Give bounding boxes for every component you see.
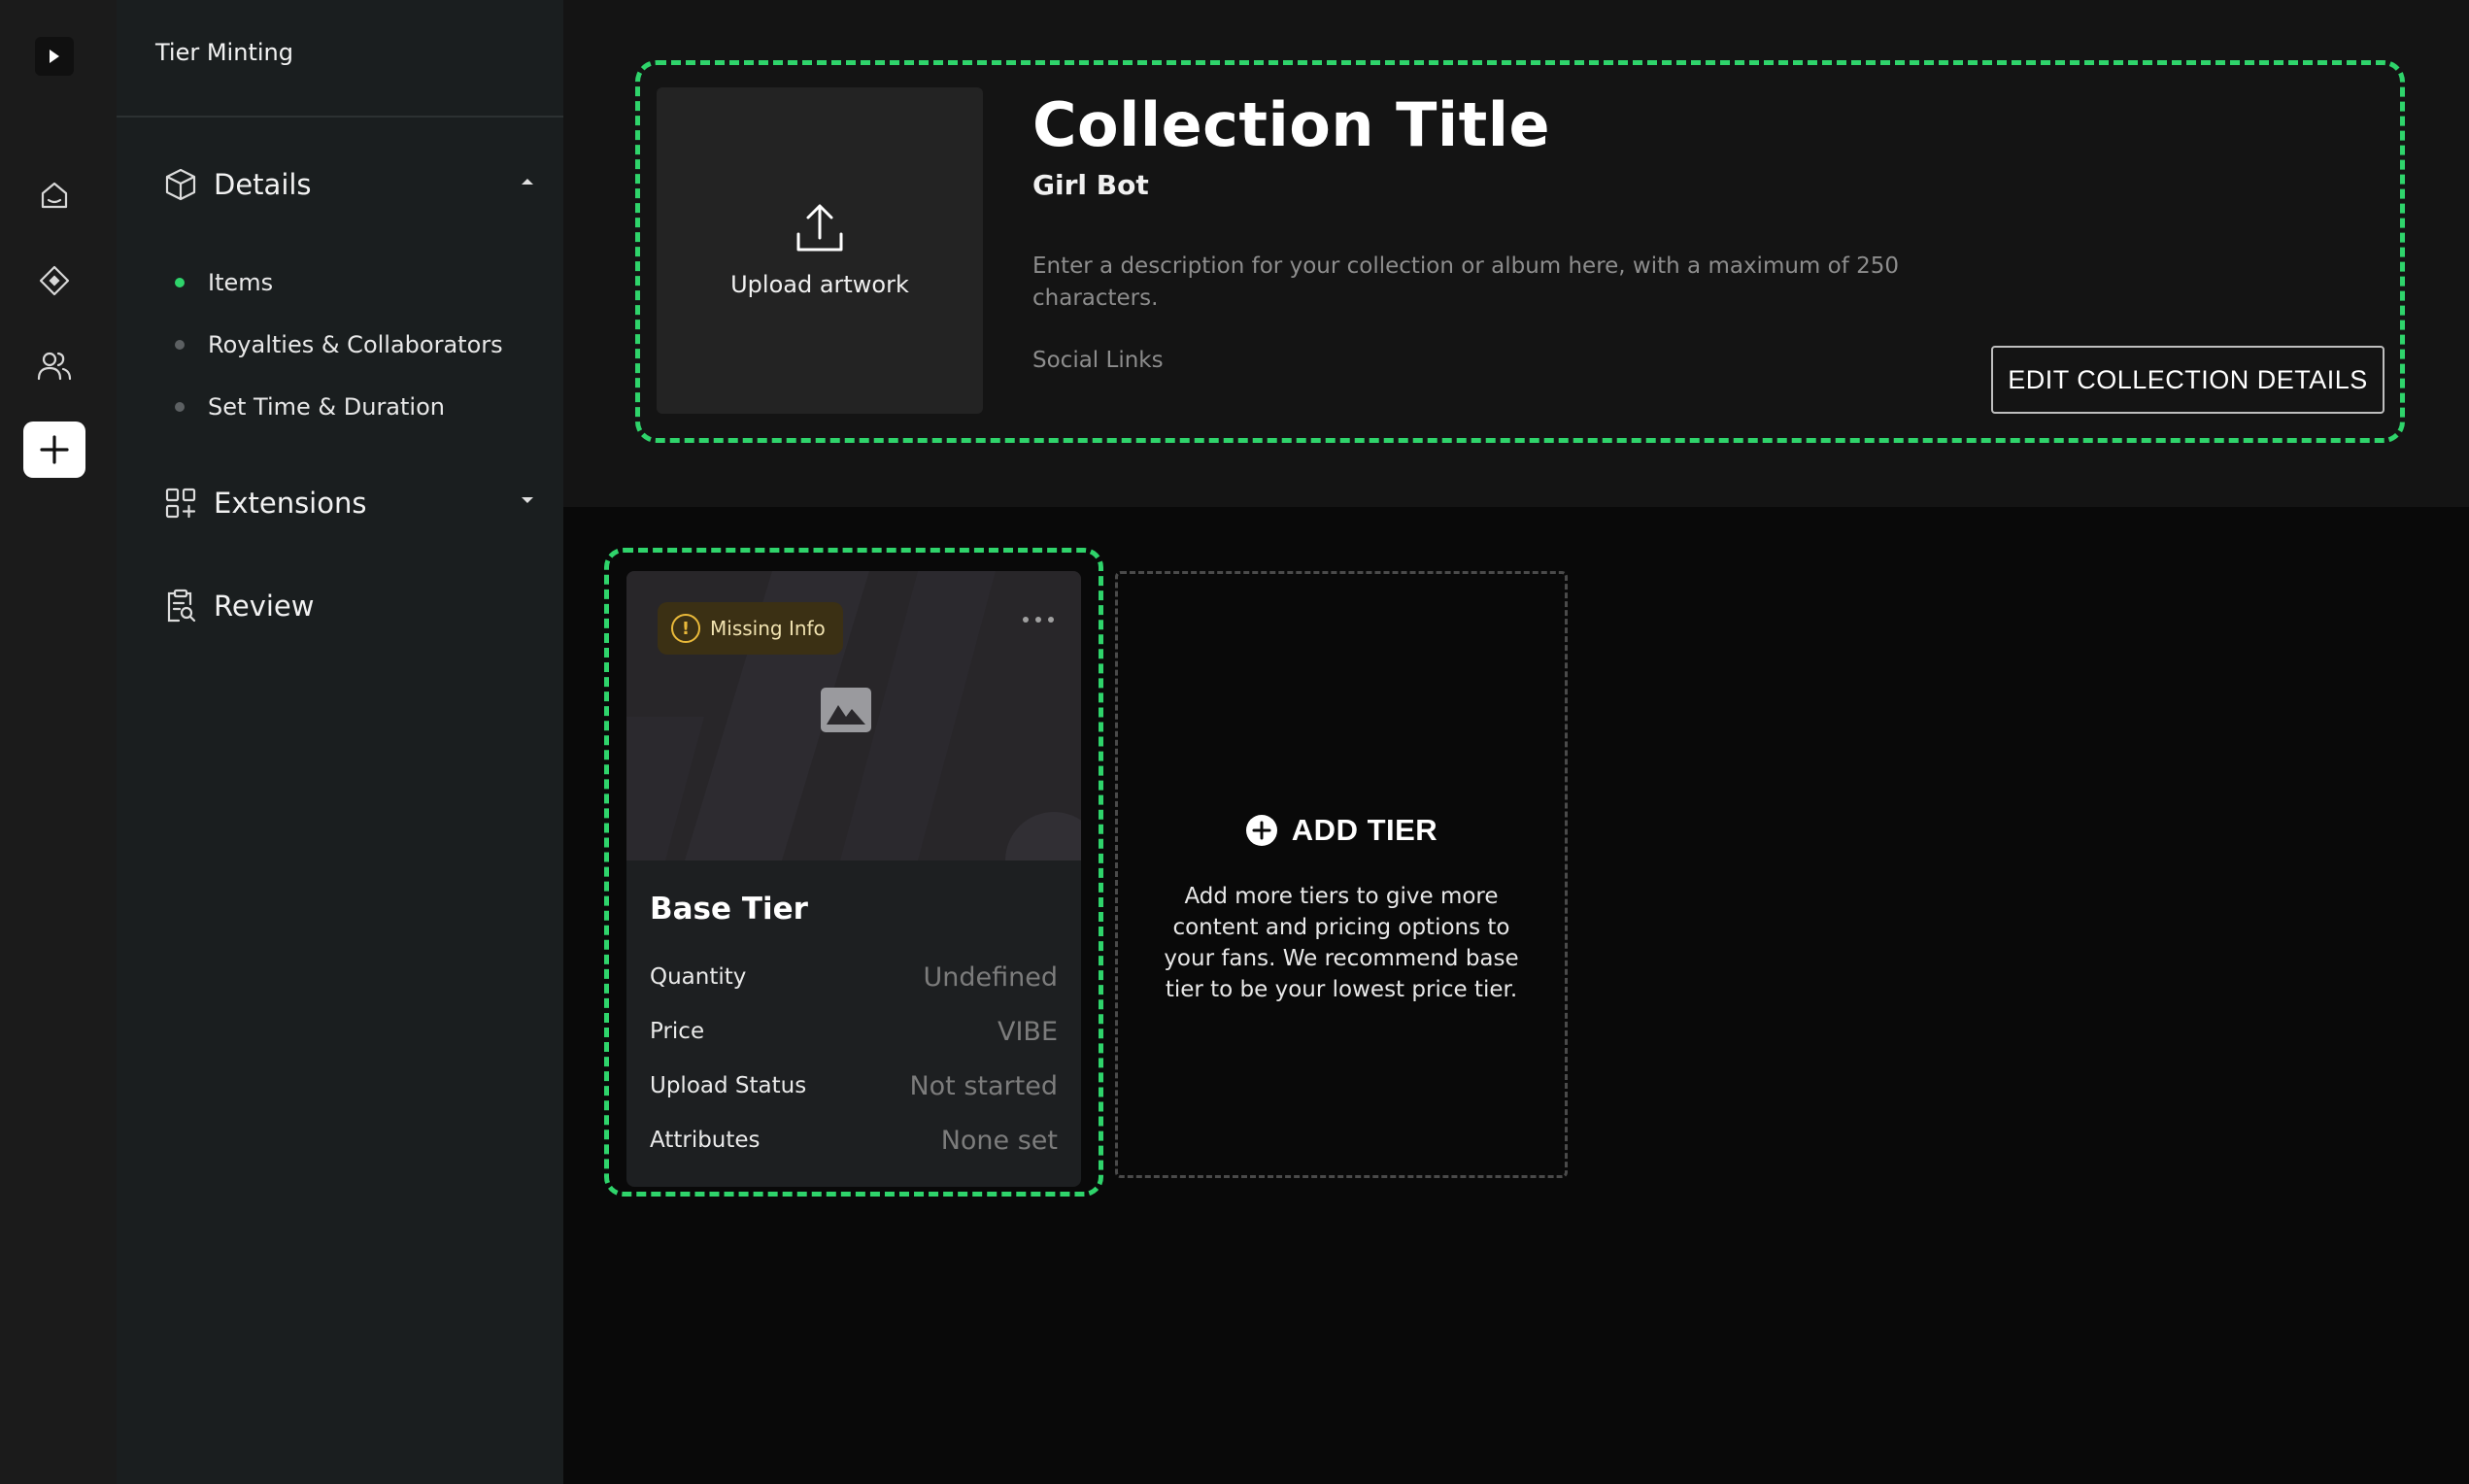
dot xyxy=(1023,617,1029,623)
add-tier-header: ADD TIER xyxy=(1118,813,1565,848)
users-icon xyxy=(37,352,72,381)
nav-community-button[interactable] xyxy=(23,338,85,394)
inactive-dot xyxy=(175,402,185,412)
nav-home-button[interactable] xyxy=(23,167,85,223)
tier-row-label: Upload Status xyxy=(650,1073,807,1098)
cube-icon xyxy=(165,168,196,201)
tier-row-label: Quantity xyxy=(650,964,747,990)
tier-more-options-button[interactable] xyxy=(1019,608,1058,631)
collection-title[interactable]: Collection Title xyxy=(1032,89,1550,160)
sidebar-item-time-duration[interactable]: Set Time & Duration xyxy=(175,390,445,423)
tier-row-quantity: Quantity Undefined xyxy=(650,958,1058,996)
upload-artwork-label: Upload artwork xyxy=(730,271,909,298)
social-links[interactable]: Social Links xyxy=(1032,348,1164,373)
dot xyxy=(1048,617,1054,623)
collection-artist: Girl Bot xyxy=(1032,169,1149,201)
sidebar-section-extensions[interactable]: Extensions xyxy=(165,482,534,524)
tier-row-value: VIBE xyxy=(997,1016,1058,1047)
tier-row-upload-status: Upload Status Not started xyxy=(650,1066,1058,1105)
chevron-down-icon xyxy=(522,497,533,503)
inactive-dot xyxy=(175,340,185,350)
tier-name: Base Tier xyxy=(650,892,808,927)
add-tier-button[interactable]: ADD TIER Add more tiers to give more con… xyxy=(1115,571,1568,1178)
tier-row-value: Not started xyxy=(909,1070,1058,1101)
add-tier-description: Add more tiers to give more content and … xyxy=(1164,884,1519,1002)
sidebar-item-royalties[interactable]: Royalties & Collaborators xyxy=(175,328,503,361)
tier-row-label: Price xyxy=(650,1019,705,1044)
upload-icon xyxy=(796,204,843,252)
chevron-up-icon xyxy=(522,179,533,185)
tier-row-attributes: Attributes None set xyxy=(650,1121,1058,1160)
diamond-icon xyxy=(39,265,70,296)
sidebar-section-label: Extensions xyxy=(214,487,367,520)
minting-sidebar: Tier Minting Details Items Royalties & C… xyxy=(117,0,563,1484)
sidebar-item-label: Royalties & Collaborators xyxy=(208,331,503,358)
nav-explore-button[interactable] xyxy=(23,253,85,309)
sidebar-item-items[interactable]: Items xyxy=(175,266,273,299)
sidebar-item-label: Items xyxy=(208,269,274,296)
add-tier-title: ADD TIER xyxy=(1291,813,1438,847)
tier-row-price: Price VIBE xyxy=(650,1012,1058,1051)
tier-artwork-placeholder: ! Missing Info xyxy=(626,571,1081,860)
sidebar-section-review[interactable]: Review xyxy=(165,585,534,627)
base-tier-card[interactable]: ! Missing Info Base Tier Quantity Undefi… xyxy=(626,571,1081,1187)
home-icon xyxy=(41,182,68,209)
dot xyxy=(1035,617,1041,623)
icon-rail xyxy=(0,0,117,1484)
edit-collection-details-button[interactable]: EDIT COLLECTION DETAILS xyxy=(1991,346,2384,414)
sidebar-title: Tier Minting xyxy=(117,0,563,118)
sidebar-section-details[interactable]: Details xyxy=(165,163,534,206)
sidebar-item-label: Set Time & Duration xyxy=(208,393,445,421)
clipboard-search-icon xyxy=(167,589,196,623)
tier-row-label: Attributes xyxy=(650,1128,761,1153)
tier-row-value: Undefined xyxy=(923,961,1059,993)
sidebar-section-label: Review xyxy=(214,590,315,623)
badge-label: Missing Info xyxy=(710,617,826,640)
image-icon xyxy=(821,688,871,732)
nav-create-button[interactable] xyxy=(23,422,85,478)
active-dot xyxy=(175,278,185,287)
missing-info-badge: ! Missing Info xyxy=(658,602,843,655)
play-icon xyxy=(50,50,59,63)
tier-row-value: None set xyxy=(940,1125,1058,1156)
warning-icon: ! xyxy=(671,614,700,643)
plus-icon xyxy=(40,435,69,464)
sidebar-section-label: Details xyxy=(214,168,312,201)
extensions-icon xyxy=(165,488,196,519)
collection-description[interactable]: Enter a description for your collection … xyxy=(1032,251,1965,315)
expand-toggle-button[interactable] xyxy=(35,37,74,76)
upload-artwork-button[interactable]: Upload artwork xyxy=(657,87,983,414)
plus-circle-icon xyxy=(1245,815,1277,846)
